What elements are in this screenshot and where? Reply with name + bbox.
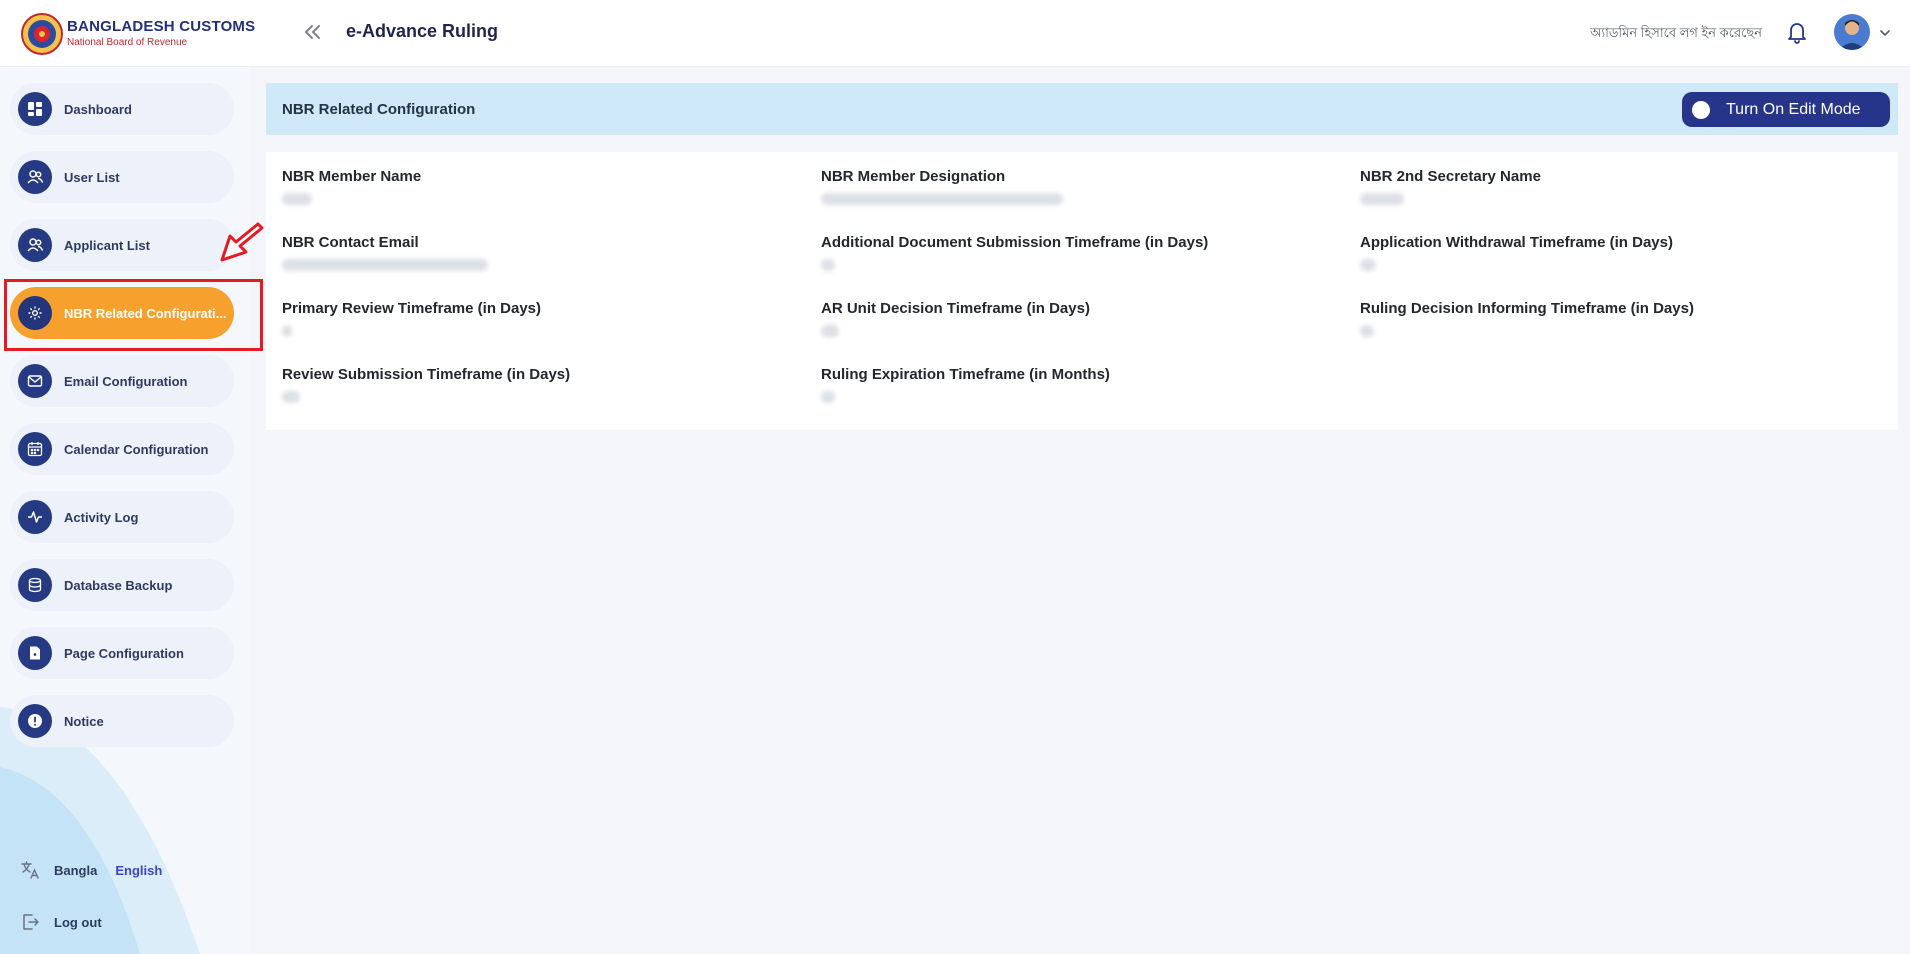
field-value-redacted bbox=[821, 193, 1063, 205]
customs-logo bbox=[21, 13, 63, 55]
page-settings-icon bbox=[18, 636, 52, 670]
sidebar-item-label: Calendar Configuration bbox=[64, 441, 209, 457]
dashboard-icon bbox=[18, 92, 52, 126]
sidebar-item-user-list[interactable]: User List bbox=[10, 151, 234, 203]
field-label: NBR Member Name bbox=[282, 168, 422, 185]
gear-icon bbox=[18, 296, 52, 330]
field-label: Additional Document Submission Timeframe… bbox=[821, 234, 1209, 251]
collapse-sidebar-icon[interactable] bbox=[300, 20, 324, 44]
sidebar-item-applicant-list[interactable]: Applicant List bbox=[10, 219, 234, 271]
field-label: Application Withdrawal Timeframe (in Day… bbox=[1360, 234, 1673, 251]
bell-icon[interactable] bbox=[1786, 20, 1808, 44]
field-label: Review Submission Timeframe (in Days) bbox=[282, 366, 571, 383]
logout-label: Log out bbox=[54, 914, 102, 930]
field-value-redacted bbox=[821, 391, 835, 403]
sidebar-item-dashboard[interactable]: Dashboard bbox=[10, 83, 234, 135]
field-label: Ruling Expiration Timeframe (in Months) bbox=[821, 366, 1110, 383]
activity-icon bbox=[18, 500, 52, 534]
sidebar-item-label: Applicant List bbox=[64, 237, 150, 253]
edit-mode-toggle-button[interactable]: Turn On Edit Mode bbox=[1682, 92, 1890, 127]
translate-icon bbox=[21, 861, 39, 879]
config-card: NBR Member Name NBR Member Designation N… bbox=[266, 152, 1898, 430]
sidebar-item-label: Notice bbox=[64, 713, 104, 729]
avatar[interactable] bbox=[1834, 14, 1870, 50]
field-value-redacted bbox=[282, 259, 488, 271]
top-header: BANGLADESH CUSTOMS National Board of Rev… bbox=[0, 0, 1910, 67]
field-nbr-member-name: NBR Member Name bbox=[282, 168, 802, 205]
brand: BANGLADESH CUSTOMS National Board of Rev… bbox=[67, 18, 255, 48]
sidebar-item-database-backup[interactable]: Database Backup bbox=[10, 559, 234, 611]
calendar-icon bbox=[18, 432, 52, 466]
field-ar-unit-decision-timeframe: AR Unit Decision Timeframe (in Days) bbox=[821, 300, 1341, 337]
sidebar-item-label: Database Backup bbox=[64, 577, 173, 593]
field-label: NBR 2nd Secretary Name bbox=[1360, 168, 1541, 185]
chevron-down-icon[interactable] bbox=[1878, 26, 1892, 40]
sidebar: Dashboard User List Applicant List NBR R… bbox=[0, 67, 250, 954]
field-value-redacted bbox=[282, 325, 292, 337]
field-label: AR Unit Decision Timeframe (in Days) bbox=[821, 300, 1090, 317]
field-value-redacted bbox=[1360, 259, 1376, 271]
alert-icon bbox=[18, 704, 52, 738]
field-ruling-decision-informing-timeframe: Ruling Decision Informing Timeframe (in … bbox=[1360, 300, 1880, 337]
logout-button[interactable]: Log out bbox=[20, 912, 102, 932]
field-nbr-2nd-secretary-name: NBR 2nd Secretary Name bbox=[1360, 168, 1880, 205]
sidebar-item-label: Page Configuration bbox=[64, 645, 184, 661]
logout-icon bbox=[23, 914, 39, 930]
field-value-redacted bbox=[282, 193, 312, 205]
sidebar-item-calendar-configuration[interactable]: Calendar Configuration bbox=[10, 423, 234, 475]
login-status: অ্যাডমিন হিসাবে লগ ইন করেছেন bbox=[1590, 25, 1762, 40]
mail-icon bbox=[18, 364, 52, 398]
sidebar-item-label: Dashboard bbox=[64, 101, 132, 117]
field-application-withdrawal-timeframe: Application Withdrawal Timeframe (in Day… bbox=[1360, 234, 1880, 271]
toggle-knob bbox=[1692, 100, 1710, 119]
app-title: e-Advance Ruling bbox=[346, 21, 499, 41]
edit-mode-label: Turn On Edit Mode bbox=[1726, 100, 1861, 118]
sidebar-item-notice[interactable]: Notice bbox=[10, 695, 234, 747]
field-ruling-expiration-timeframe: Ruling Expiration Timeframe (in Months) bbox=[821, 366, 1341, 403]
sidebar-item-email-configuration[interactable]: Email Configuration bbox=[10, 355, 234, 407]
field-nbr-member-designation: NBR Member Designation bbox=[821, 168, 1341, 205]
language-bangla[interactable]: Bangla bbox=[54, 863, 97, 878]
database-icon bbox=[18, 568, 52, 602]
field-review-submission-timeframe: Review Submission Timeframe (in Days) bbox=[282, 366, 802, 403]
field-value-redacted bbox=[282, 391, 300, 403]
section-title: NBR Related Configuration bbox=[282, 100, 476, 118]
field-value-redacted bbox=[1360, 193, 1404, 205]
field-value-redacted bbox=[1360, 325, 1374, 337]
field-additional-document-submission-timeframe: Additional Document Submission Timeframe… bbox=[821, 234, 1341, 271]
sidebar-item-label: User List bbox=[64, 169, 120, 185]
users-icon bbox=[18, 160, 52, 194]
brand-title: BANGLADESH CUSTOMS bbox=[67, 18, 256, 35]
field-label: NBR Contact Email bbox=[282, 234, 419, 251]
field-label: Primary Review Timeframe (in Days) bbox=[282, 300, 542, 317]
language-switcher: Bangla English bbox=[20, 860, 162, 880]
field-nbr-contact-email: NBR Contact Email bbox=[282, 234, 802, 271]
sidebar-item-page-configuration[interactable]: Page Configuration bbox=[10, 627, 234, 679]
field-label: Ruling Decision Informing Timeframe (in … bbox=[1360, 300, 1694, 317]
users-icon bbox=[18, 228, 52, 262]
sidebar-item-label: NBR Related Configurati... bbox=[64, 305, 227, 321]
brand-subtitle: National Board of Revenue bbox=[67, 37, 188, 48]
field-value-redacted bbox=[821, 259, 835, 271]
field-primary-review-timeframe: Primary Review Timeframe (in Days) bbox=[282, 300, 802, 337]
field-label: NBR Member Designation bbox=[821, 168, 1006, 185]
section-header: NBR Related Configuration Turn On Edit M… bbox=[266, 83, 1898, 135]
sidebar-item-nbr-related-configuration[interactable]: NBR Related Configurati... bbox=[10, 287, 234, 339]
field-value-redacted bbox=[821, 325, 839, 337]
sidebar-item-activity-log[interactable]: Activity Log bbox=[10, 491, 234, 543]
sidebar-item-label: Activity Log bbox=[64, 509, 139, 525]
language-english[interactable]: English bbox=[115, 863, 162, 878]
sidebar-item-label: Email Configuration bbox=[64, 373, 188, 389]
